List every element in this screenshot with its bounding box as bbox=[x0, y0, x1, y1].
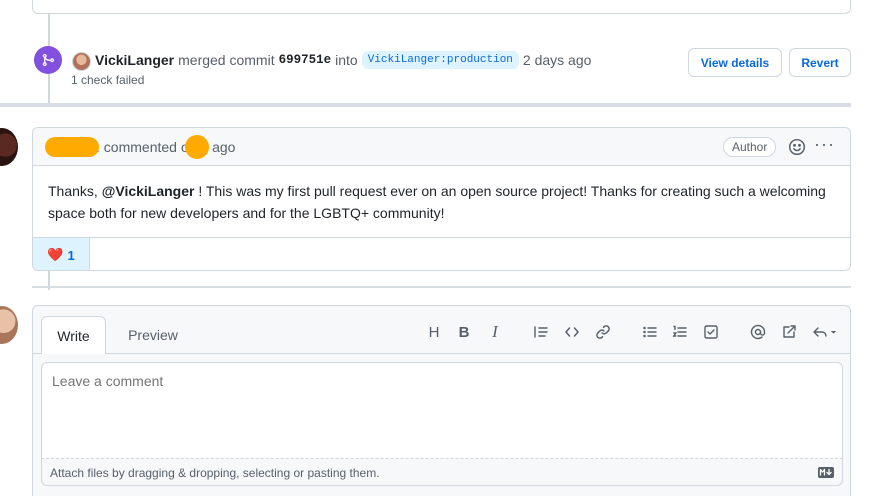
mention-icon[interactable] bbox=[747, 321, 769, 343]
comment-text-start: Thanks, bbox=[48, 183, 102, 199]
link-icon[interactable] bbox=[592, 321, 614, 343]
mention-link[interactable]: @VickiLanger bbox=[102, 183, 195, 199]
task-list-icon[interactable] bbox=[700, 321, 722, 343]
previous-timeline-card bbox=[32, 0, 851, 14]
comment-header: 1 commented ours ago Author ··· bbox=[33, 128, 850, 166]
reply-icon[interactable] bbox=[810, 321, 840, 343]
redaction-mark bbox=[185, 135, 209, 159]
comment-editor: Write Preview H B I Attach files by drag… bbox=[32, 305, 851, 496]
timeline-divider bbox=[32, 286, 851, 288]
markdown-icon[interactable] bbox=[818, 467, 834, 478]
author-badge: Author bbox=[723, 137, 777, 157]
comment-card: 1 commented ours ago Author ··· Thanks, … bbox=[32, 127, 851, 271]
merge-time[interactable]: 2 days ago bbox=[523, 52, 592, 68]
revert-button[interactable]: Revert bbox=[789, 48, 851, 77]
ordered-list-icon[interactable] bbox=[669, 321, 691, 343]
merge-author-link[interactable]: VickiLanger bbox=[95, 52, 174, 68]
attach-files-bar[interactable]: Attach files by dragging & dropping, sel… bbox=[41, 458, 843, 486]
reaction-count: 1 bbox=[67, 247, 75, 263]
unordered-list-icon[interactable] bbox=[639, 321, 661, 343]
merge-action-text: merged commit bbox=[178, 52, 275, 68]
code-icon[interactable] bbox=[561, 321, 583, 343]
avatar[interactable] bbox=[0, 128, 18, 166]
heart-reaction-button[interactable]: ❤️ 1 bbox=[33, 238, 90, 270]
add-reaction-icon[interactable] bbox=[788, 138, 806, 156]
bold-icon[interactable]: B bbox=[453, 321, 475, 343]
merge-icon bbox=[34, 46, 62, 74]
attach-files-text: Attach files by dragging & dropping, sel… bbox=[50, 466, 380, 480]
heading-icon[interactable]: H bbox=[423, 321, 445, 343]
timeline-divider bbox=[0, 103, 851, 107]
comment-head-text: 1 commented ours ago bbox=[91, 139, 235, 155]
comment-action-text: commented bbox=[103, 139, 177, 155]
more-options-icon[interactable]: ··· bbox=[814, 134, 835, 155]
heart-icon: ❤️ bbox=[47, 247, 64, 262]
view-details-button[interactable]: View details bbox=[688, 48, 782, 77]
reactions-bar: ❤️ 1 bbox=[33, 237, 850, 270]
comment-textarea[interactable] bbox=[41, 362, 843, 458]
cross-reference-icon[interactable] bbox=[778, 321, 800, 343]
avatar[interactable] bbox=[72, 52, 91, 71]
tab-preview[interactable]: Preview bbox=[113, 316, 193, 354]
italic-icon[interactable]: I bbox=[484, 321, 506, 343]
branch-label[interactable]: VickiLanger:production bbox=[361, 51, 519, 69]
avatar[interactable] bbox=[0, 306, 18, 344]
commit-sha-link[interactable]: 699751e bbox=[279, 53, 332, 67]
comment-body: Thanks, @VickiLanger ! This was my first… bbox=[48, 180, 838, 224]
merge-event-text: VickiLanger merged commit 699751e into V… bbox=[95, 51, 591, 69]
merge-into-text: into bbox=[335, 52, 358, 68]
check-status-text[interactable]: 1 check failed bbox=[71, 73, 144, 87]
redaction-mark bbox=[45, 137, 99, 157]
tab-write[interactable]: Write bbox=[41, 316, 106, 354]
quote-icon[interactable] bbox=[530, 321, 552, 343]
